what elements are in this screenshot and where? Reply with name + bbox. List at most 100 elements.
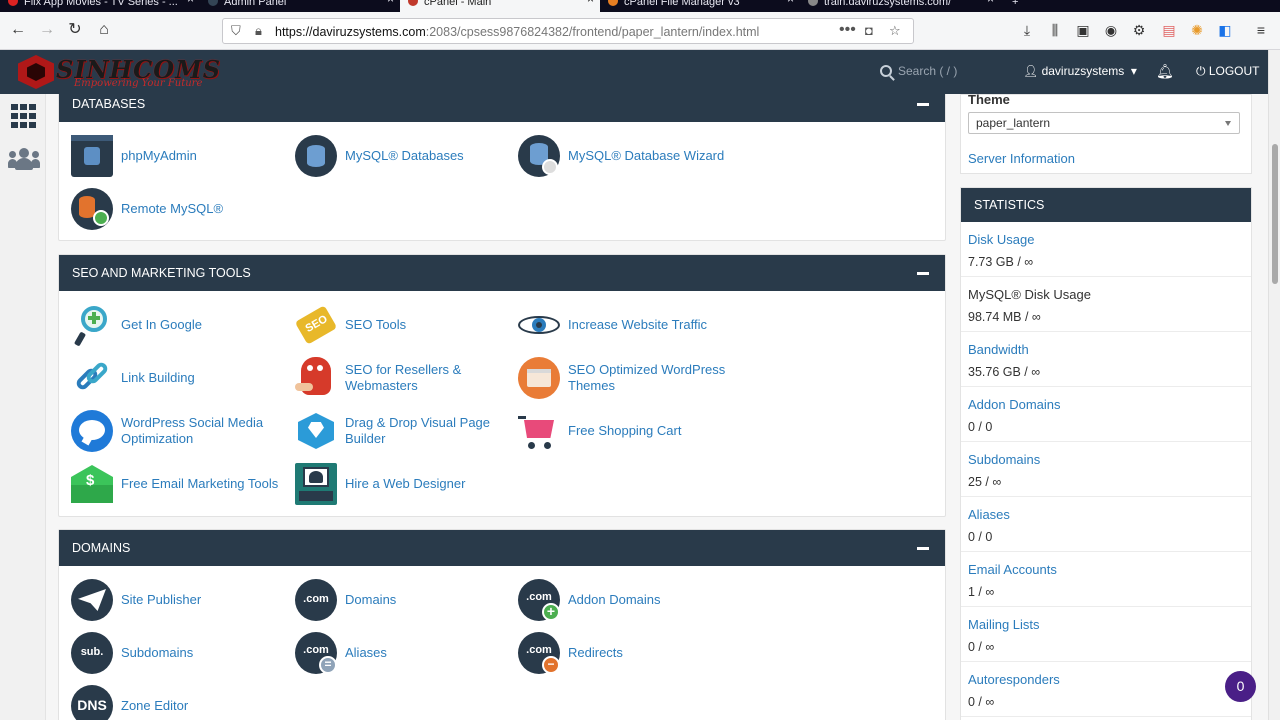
theme-label: Theme [968, 92, 1010, 107]
server-information-link[interactable]: Server Information [968, 151, 1075, 166]
dotcom-add-icon: .com + [518, 579, 560, 621]
paper-plane-icon [71, 579, 113, 621]
logo-gem-icon [18, 55, 54, 89]
close-icon[interactable]: × [587, 0, 594, 5]
designer-icon [295, 463, 337, 505]
browser-nav-bar: ← → ↻ ⌂ ⛉ 🔒︎ https://daviruzsystems.com:… [0, 12, 1280, 50]
stat-row: Subdomains 25 / ∞ [961, 442, 1251, 497]
extension-icon[interactable]: ▤ [1160, 21, 1178, 39]
stat-link[interactable]: Disk Usage [968, 232, 1034, 247]
favicon-icon [608, 0, 618, 6]
browser-tab[interactable]: train.daviruzsystems.com/× [800, 0, 1000, 12]
collapse-icon[interactable] [917, 103, 929, 106]
url-bar[interactable]: ⛉ 🔒︎ https://daviruzsystems.com:2083/cps… [222, 18, 914, 44]
account-icon[interactable]: ◉ [1102, 21, 1120, 39]
shopping-cart-icon [518, 410, 560, 452]
panel-header[interactable]: SEO AND MARKETING TOOLS [59, 255, 945, 291]
extension-badge-icon[interactable]: ◧ [1216, 21, 1234, 39]
stat-row: Aliases 0 / 0 [961, 497, 1251, 552]
theme-select[interactable]: paper_lantern [968, 112, 1240, 134]
databases-panel: DATABASES phpMyAdmin MySQL® Databases My… [58, 94, 946, 241]
stat-link[interactable]: Email Accounts [968, 562, 1057, 577]
main-content: DATABASES phpMyAdmin MySQL® Databases My… [46, 94, 956, 720]
browser-tab[interactable]: Admin Panel× [200, 0, 400, 12]
shield-icon[interactable]: ⛉ [231, 23, 241, 39]
chain-link-icon [71, 357, 113, 399]
forward-icon[interactable]: → [37, 20, 57, 40]
color-wheel-icon[interactable]: ✺ [1188, 21, 1206, 39]
eye-icon [518, 304, 560, 346]
dollar-envelope-icon: $ [71, 463, 113, 505]
stat-link[interactable]: Bandwidth [968, 342, 1029, 357]
sidebar-icon[interactable]: ▣ [1074, 21, 1092, 39]
lock-icon[interactable]: 🔒︎ [255, 23, 262, 39]
favicon-icon [408, 0, 418, 6]
dotcom-redirect-icon: .com − [518, 632, 560, 674]
panel-header[interactable]: DATABASES [59, 94, 945, 122]
stat-row: Mailing Lists 0 / ∞ [961, 607, 1251, 662]
search-input[interactable]: Search ( / ) [880, 64, 957, 78]
reload-icon[interactable]: ↻ [65, 20, 85, 40]
domains-panel: DOMAINS Site Publisher .com Domains .com… [58, 529, 946, 720]
url-text: https://daviruzsystems.com:2083/cpsess98… [275, 25, 760, 39]
magnifier-plus-icon [71, 304, 113, 347]
back-icon[interactable]: ← [8, 20, 28, 40]
search-icon [880, 65, 892, 77]
stat-row: Addon Domains 0 / 0 [961, 387, 1251, 442]
favicon-icon [8, 0, 18, 6]
browser-tab-active[interactable]: cPanel - Main× [400, 0, 600, 12]
caret-down-icon [1225, 121, 1231, 126]
download-icon[interactable]: ⤓ [1018, 21, 1036, 39]
seo-panel: SEO AND MARKETING TOOLS Get In Google SE… [58, 254, 946, 517]
collapse-icon[interactable] [917, 272, 929, 275]
bell-icon[interactable]: 🔔︎ [1156, 63, 1174, 79]
page-scrollbar[interactable] [1268, 50, 1280, 720]
mascot-icon [295, 357, 337, 399]
stat-link[interactable]: Autoresponders [968, 672, 1060, 687]
menu-icon[interactable]: ≡ [1252, 21, 1270, 39]
panel-header[interactable]: DOMAINS [59, 530, 945, 566]
database-wizard-icon [518, 135, 560, 177]
notification-badge[interactable]: 0 [1225, 671, 1256, 702]
bookmark-star-icon[interactable]: ☆ [889, 23, 901, 39]
new-tab-button[interactable]: + [1006, 0, 1026, 12]
close-icon[interactable]: × [387, 0, 394, 5]
stat-row: Disk Usage 7.73 GB / ∞ [961, 222, 1251, 277]
library-icon[interactable]: ⫼ [1046, 21, 1064, 39]
favicon-icon [208, 0, 218, 6]
remote-database-icon [71, 188, 113, 230]
stat-link[interactable]: Mailing Lists [968, 617, 1040, 632]
left-rail [0, 94, 46, 720]
favicon-icon [808, 0, 818, 6]
database-icon [295, 135, 337, 177]
collapse-icon[interactable] [917, 547, 929, 550]
users-icon[interactable] [8, 148, 40, 170]
pocket-icon[interactable]: ◘ [865, 23, 873, 38]
dotcom-alias-icon: .com = [295, 632, 337, 674]
dns-icon: DNS [71, 685, 113, 720]
extension-icon[interactable]: ⚙ [1130, 21, 1148, 39]
browser-tab[interactable]: Flix App Movies - TV Series - ...× [0, 0, 200, 12]
right-sidebar: Theme paper_lantern Server Information S… [956, 92, 1268, 720]
chat-bubble-icon [71, 410, 113, 452]
stat-link[interactable]: Subdomains [968, 452, 1040, 467]
stat-row: Email Accounts 1 / ∞ [961, 552, 1251, 607]
statistics-header: STATISTICS [961, 188, 1251, 222]
user-menu[interactable]: 👤︎ daviruzsystems ▾ [1023, 64, 1137, 78]
brand-logo[interactable]: SINHCOMS Empowering Your Future [18, 53, 220, 91]
close-icon[interactable]: × [787, 0, 794, 5]
home-icon[interactable]: ⌂ [94, 20, 114, 40]
close-icon[interactable]: × [987, 0, 994, 5]
browser-tab-strip: Flix App Movies - TV Series - ...× Admin… [0, 0, 1280, 12]
stat-link[interactable]: Addon Domains [968, 397, 1061, 412]
more-icon[interactable]: ••• [839, 21, 856, 39]
dotcom-icon: .com [295, 579, 337, 621]
browser-tab[interactable]: cPanel File Manager v3× [600, 0, 800, 12]
grid-icon[interactable] [11, 104, 37, 128]
scrollbar-thumb[interactable] [1272, 144, 1278, 284]
stat-link[interactable]: Aliases [968, 507, 1010, 522]
logout-button[interactable]: ⏻ LOGOUT [1196, 64, 1260, 79]
close-icon[interactable]: × [187, 0, 194, 5]
diamond-icon [295, 410, 337, 452]
stat-row: Bandwidth 35.76 GB / ∞ [961, 332, 1251, 387]
